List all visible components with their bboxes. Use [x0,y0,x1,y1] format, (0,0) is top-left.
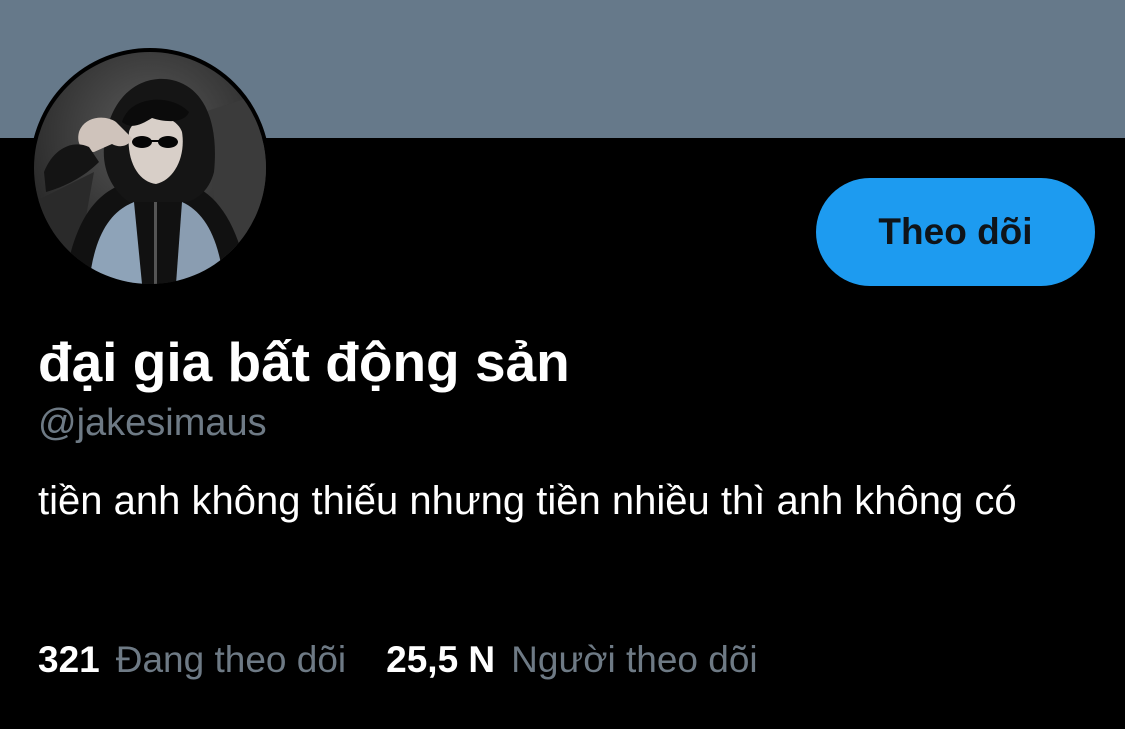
username-handle: @jakesimaus [38,402,267,444]
follow-button[interactable]: Theo dõi [816,178,1095,286]
followers-count: 25,5 N [386,639,496,680]
avatar-photo [34,52,266,284]
following-label: Đang theo dõi [115,639,347,680]
display-name: đại gia bất động sản [38,331,570,393]
profile-page: Theo dõi đại gia bất động sản @jakesimau… [0,0,1125,729]
profile-avatar[interactable] [30,48,270,288]
followers-label: Người theo dõi [511,639,758,680]
following-count: 321 [38,639,100,680]
followers-stat[interactable]: 25,5 N Người theo dõi [386,639,758,681]
profile-stats: 321 Đang theo dõi 25,5 N Người theo dõi [38,632,758,688]
following-stat[interactable]: 321 Đang theo dõi [38,639,346,681]
profile-bio: tiền anh không thiếu nhưng tiền nhiều th… [38,479,1017,523]
